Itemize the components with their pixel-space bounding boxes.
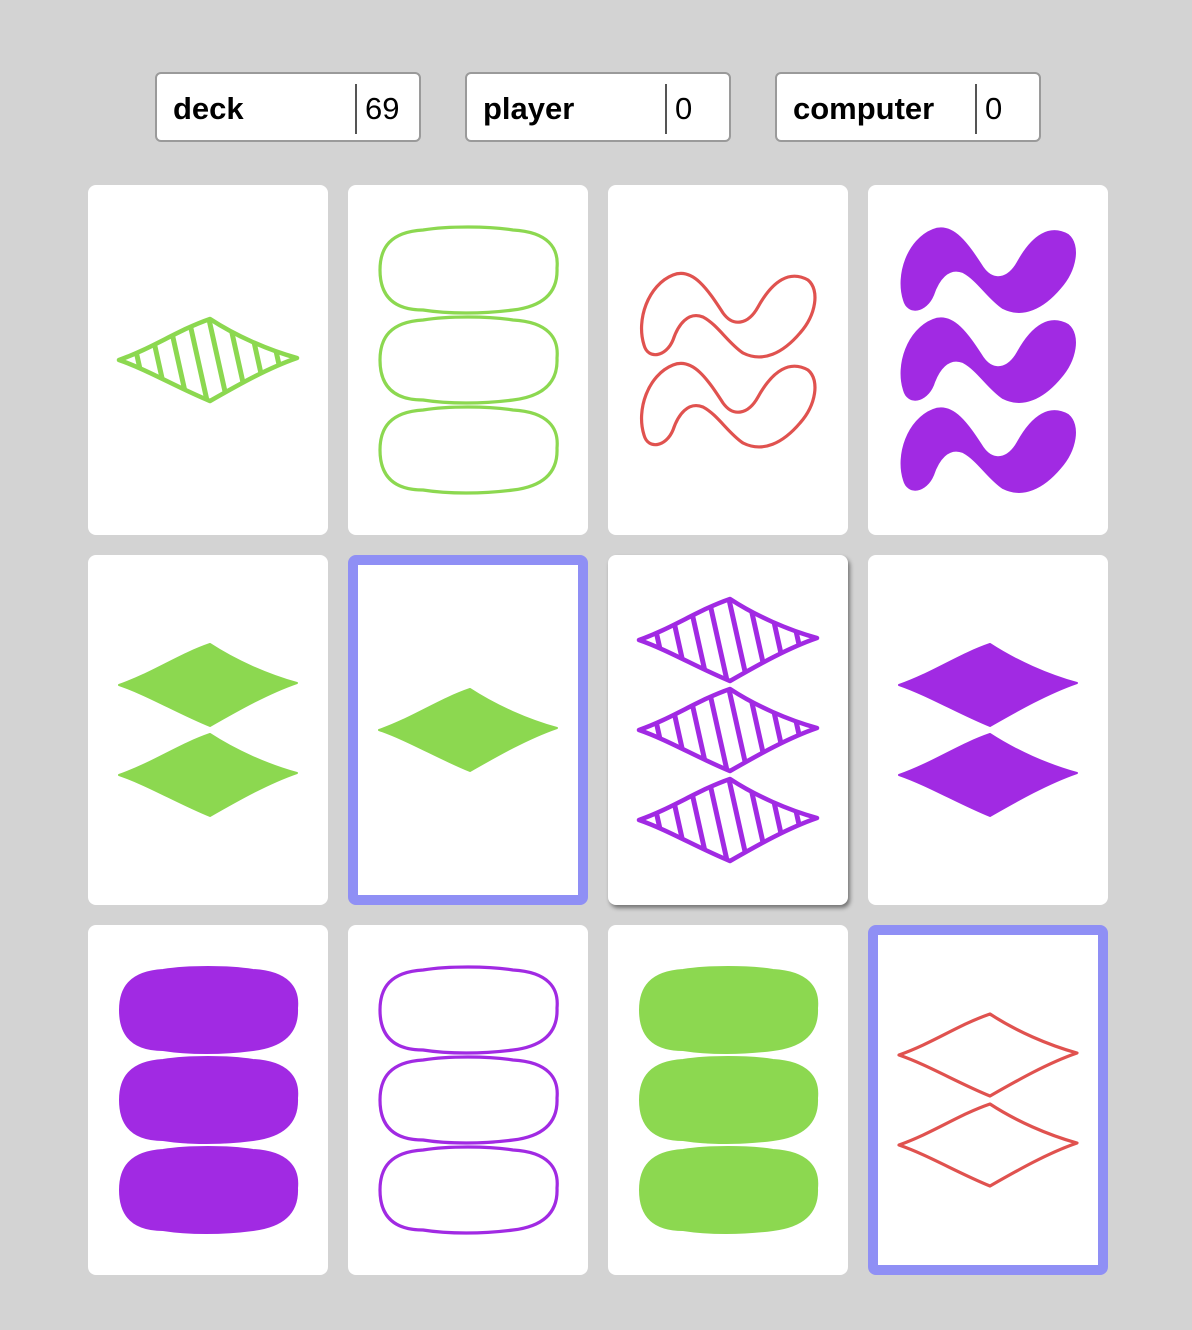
card-3-purple-striped-diamond[interactable] — [608, 555, 848, 905]
diamond-symbols — [636, 596, 820, 864]
oval-symbol — [119, 1056, 299, 1144]
card-3-purple-solid-squiggle[interactable] — [868, 185, 1108, 535]
diamond-symbol — [636, 776, 820, 864]
oval-symbol — [639, 966, 819, 1054]
diamond-symbols — [116, 316, 300, 404]
diamond-symbols — [897, 1012, 1079, 1188]
card-3-green-open-oval[interactable] — [348, 185, 588, 535]
oval-symbols — [378, 225, 559, 495]
diamond-symbol — [118, 643, 298, 727]
card-1-green-striped-diamond[interactable] — [88, 185, 328, 535]
oval-symbols — [639, 966, 819, 1234]
diamond-symbol — [636, 596, 820, 684]
card-2-red-open-squiggle[interactable] — [608, 185, 848, 535]
squiggle-symbol — [900, 227, 1076, 313]
card-1-green-solid-diamond[interactable] — [348, 555, 588, 905]
diamond-symbol — [898, 733, 1078, 817]
card-board — [0, 0, 1192, 1330]
oval-symbol — [378, 1145, 559, 1235]
diamond-symbols — [118, 643, 298, 817]
squiggle-symbols — [639, 271, 817, 449]
oval-symbol — [639, 1146, 819, 1234]
diamond-symbol — [116, 316, 300, 404]
diamond-symbol — [118, 733, 298, 817]
oval-symbol — [639, 1056, 819, 1144]
oval-symbol — [378, 1055, 559, 1145]
oval-symbols — [119, 966, 299, 1234]
squiggle-symbols — [900, 227, 1076, 493]
oval-symbol — [378, 965, 559, 1055]
oval-symbol — [378, 225, 559, 315]
card-3-green-solid-oval[interactable] — [608, 925, 848, 1275]
card-2-purple-solid-diamond[interactable] — [868, 555, 1108, 905]
diamond-symbols — [378, 688, 558, 772]
oval-symbol — [378, 405, 559, 495]
squiggle-symbol — [639, 361, 817, 449]
squiggle-symbol — [639, 271, 817, 359]
card-3-purple-solid-oval[interactable] — [88, 925, 328, 1275]
squiggle-symbol — [900, 317, 1076, 403]
diamond-symbols — [898, 643, 1078, 817]
card-3-purple-open-oval[interactable] — [348, 925, 588, 1275]
diamond-symbol — [897, 1012, 1079, 1098]
squiggle-symbol — [900, 407, 1076, 493]
oval-symbols — [378, 965, 559, 1235]
diamond-symbol — [378, 688, 558, 772]
diamond-symbol — [898, 643, 1078, 727]
card-2-green-solid-diamond[interactable] — [88, 555, 328, 905]
oval-symbol — [119, 966, 299, 1054]
oval-symbol — [119, 1146, 299, 1234]
diamond-symbol — [897, 1102, 1079, 1188]
card-2-red-open-diamond[interactable] — [868, 925, 1108, 1275]
oval-symbol — [378, 315, 559, 405]
diamond-symbol — [636, 686, 820, 774]
